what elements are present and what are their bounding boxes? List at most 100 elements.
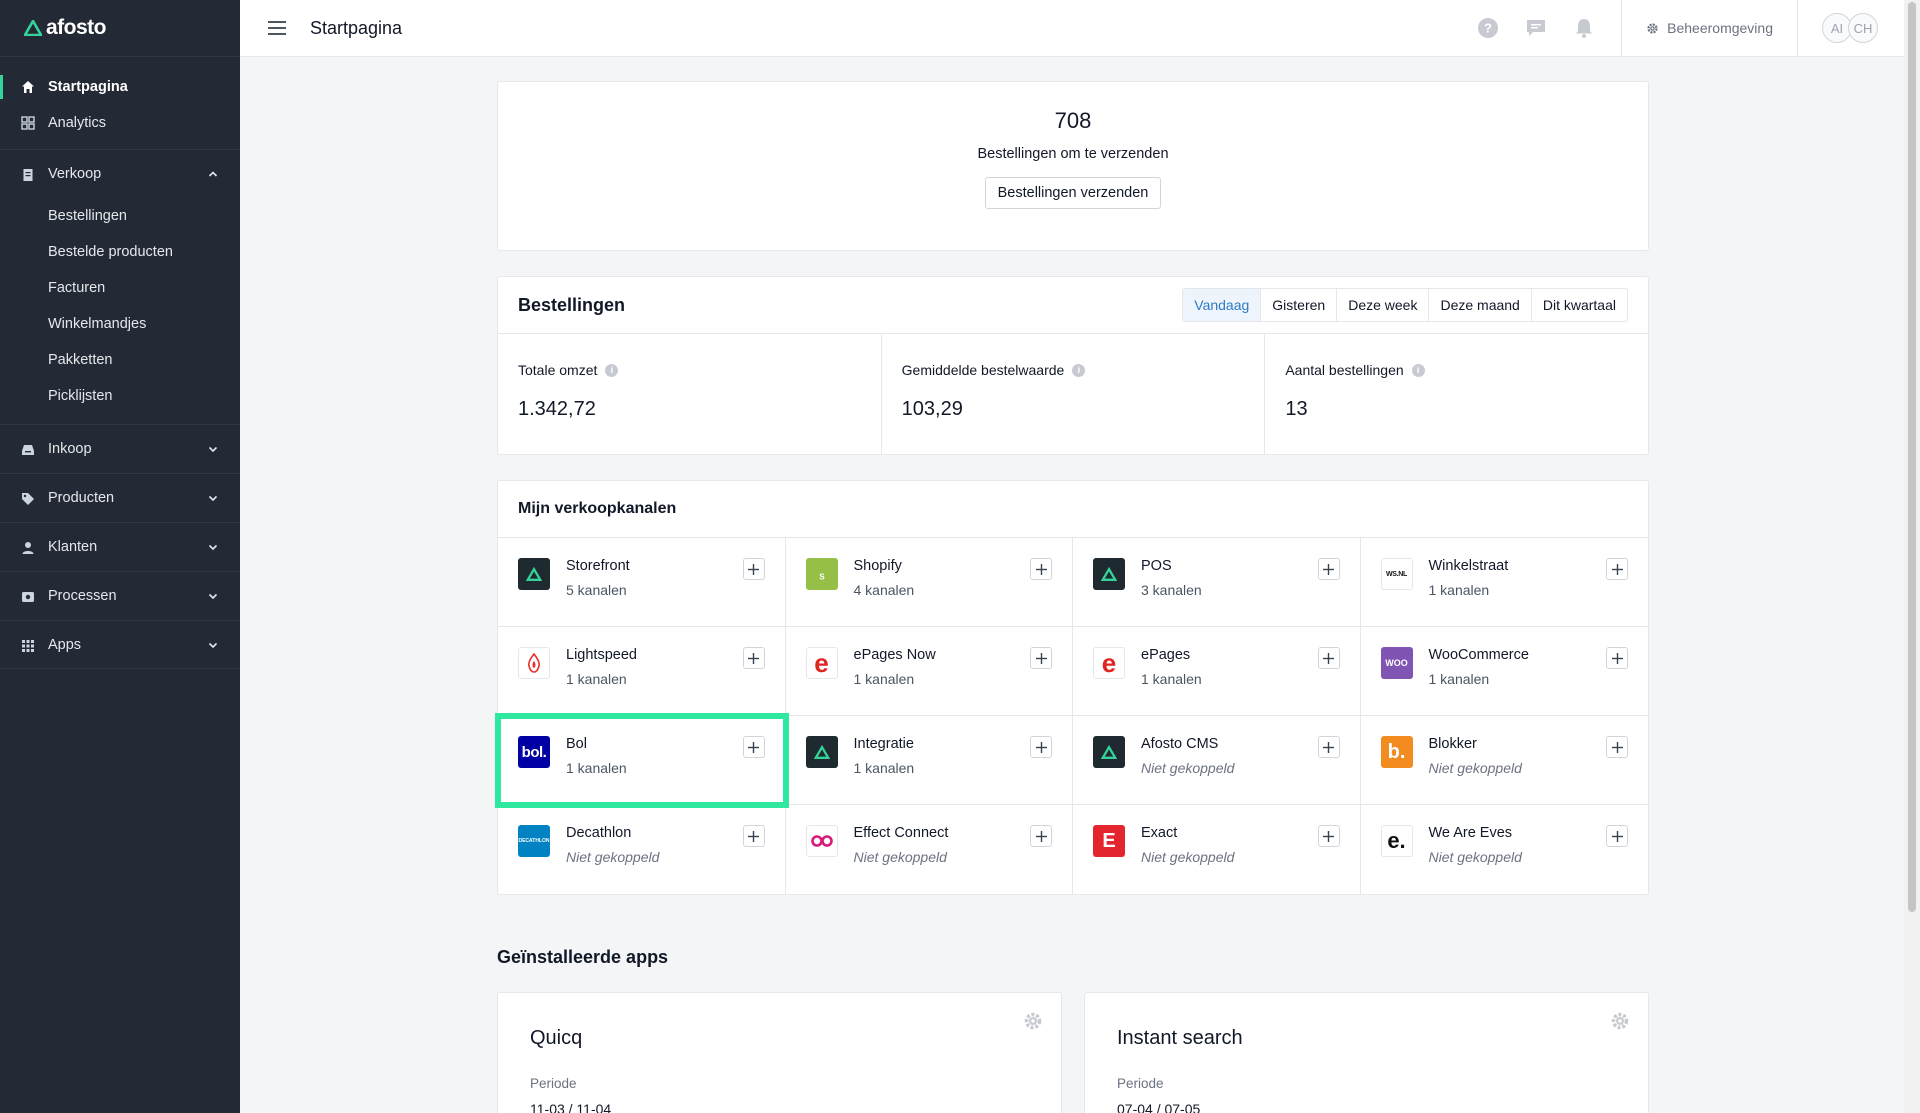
stat-value: 13 xyxy=(1285,398,1308,420)
bol-icon: bol. xyxy=(518,736,550,768)
channel-status: 4 kanalen xyxy=(853,582,915,598)
chat-icon[interactable] xyxy=(1525,17,1547,39)
svg-text:S: S xyxy=(819,573,825,582)
avatar-group[interactable]: AI CH xyxy=(1798,13,1904,43)
sidebar-group-producten[interactable]: Producten xyxy=(0,473,240,522)
tab-deze-maand[interactable]: Deze maand xyxy=(1428,289,1530,321)
channel-pos[interactable]: POS 3 kanalen xyxy=(1073,538,1361,627)
app-name: Quicq xyxy=(530,1027,583,1049)
plus-icon xyxy=(748,741,759,753)
scrollbar[interactable] xyxy=(1904,0,1920,1113)
lightspeed-icon xyxy=(518,647,550,679)
sidebar-group-verkoop[interactable]: Verkoop xyxy=(0,149,240,198)
add-channel-button[interactable] xyxy=(1317,558,1340,580)
add-channel-button[interactable] xyxy=(1606,558,1628,580)
sidebar-group-apps[interactable]: Apps xyxy=(0,620,240,669)
sidebar-item-bestellingen[interactable]: Bestellingen xyxy=(0,198,240,234)
sidebar-item-picklijsten[interactable]: Picklijsten xyxy=(0,378,240,414)
afosto-icon xyxy=(1093,736,1125,768)
channel-decathlon[interactable]: DECATHLON Decathlon Niet gekoppeld xyxy=(498,805,786,894)
scrollbar-thumb[interactable] xyxy=(1908,2,1916,912)
environment-label: Beheeromgeving xyxy=(1667,20,1773,36)
channel-epages-now[interactable]: e ePages Now 1 kanalen xyxy=(785,627,1073,716)
plus-icon xyxy=(1035,652,1047,664)
app-name: Instant search xyxy=(1117,1027,1243,1049)
gear-icon xyxy=(1647,22,1658,34)
app-card-instant-search[interactable]: Instant search Periode 07-04 / 07-05 xyxy=(1084,992,1649,1113)
add-channel-button[interactable] xyxy=(1030,825,1052,847)
info-icon[interactable]: i xyxy=(1411,363,1425,377)
sidebar-item-startpagina[interactable]: Startpagina xyxy=(0,69,240,105)
channel-afosto-cms[interactable]: Afosto CMS Niet gekoppeld xyxy=(1073,716,1361,805)
brand-name: afosto xyxy=(46,16,107,39)
plus-icon xyxy=(748,652,759,664)
add-channel-button[interactable] xyxy=(1317,736,1340,758)
bell-icon[interactable] xyxy=(1573,17,1595,39)
orders-to-ship-count: 708 xyxy=(1054,108,1092,133)
gear-icon[interactable] xyxy=(1023,1011,1043,1031)
channel-woocommerce[interactable]: WOO WooCommerce 1 kanalen xyxy=(1360,627,1648,716)
orders-title: Bestellingen xyxy=(518,294,626,315)
channel-bol[interactable]: bol. Bol 1 kanalen xyxy=(495,713,789,808)
gear-icon[interactable] xyxy=(1610,1011,1630,1031)
ship-orders-button[interactable]: Bestellingen verzenden xyxy=(984,177,1162,209)
channel-name: Blokker xyxy=(1428,736,1477,752)
channel-storefront[interactable]: Storefront 5 kanalen xyxy=(498,538,786,627)
tab-dit-kwartaal[interactable]: Dit kwartaal xyxy=(1530,289,1627,321)
chevron-down-icon xyxy=(208,544,218,551)
tab-vandaag[interactable]: Vandaag xyxy=(1183,289,1261,321)
stat-value: 103,29 xyxy=(901,398,963,420)
sidebar-group-label: Inkoop xyxy=(48,441,92,457)
channel-status: 1 kanalen xyxy=(566,760,627,776)
channel-name: POS xyxy=(1141,558,1172,574)
add-channel-button[interactable] xyxy=(742,558,765,580)
add-channel-button[interactable] xyxy=(742,647,765,669)
channel-lightspeed[interactable]: Lightspeed 1 kanalen xyxy=(498,627,786,716)
add-channel-button[interactable] xyxy=(1317,825,1340,847)
channel-exact[interactable]: E Exact Niet gekoppeld xyxy=(1073,805,1361,894)
channel-we-are-eves[interactable]: e. We Are Eves Niet gekoppeld xyxy=(1361,805,1649,894)
sales-channels-header: Mijn verkoopkanalen xyxy=(498,481,1648,538)
logo[interactable]: afosto xyxy=(0,0,240,57)
afosto-icon xyxy=(1093,558,1125,590)
sidebar-group-processen[interactable]: Processen xyxy=(0,571,240,620)
channel-winkelstraat[interactable]: WS.NL Winkelstraat 1 kanalen xyxy=(1360,538,1648,627)
help-icon[interactable]: ? xyxy=(1477,17,1499,39)
app-card-quicq[interactable]: Quicq Periode 11-03 / 11-04 xyxy=(497,992,1062,1113)
channel-integratie[interactable]: Integratie 1 kanalen xyxy=(785,716,1073,805)
sidebar-group-inkoop[interactable]: Inkoop xyxy=(0,424,240,473)
add-channel-button[interactable] xyxy=(1606,647,1628,669)
sidebar-group-label: Producten xyxy=(48,490,115,506)
add-channel-button[interactable] xyxy=(1030,647,1052,669)
add-channel-button[interactable] xyxy=(1606,736,1628,758)
environment-switch[interactable]: Beheeromgeving xyxy=(1621,0,1798,56)
channel-name: Integratie xyxy=(853,736,914,752)
channel-shopify[interactable]: S Shopify 4 kanalen xyxy=(785,538,1073,627)
sidebar-item-pakketten[interactable]: Pakketten xyxy=(0,342,240,378)
tab-deze-week[interactable]: Deze week xyxy=(1336,289,1428,321)
afosto-icon xyxy=(805,736,838,768)
add-channel-button[interactable] xyxy=(742,825,765,847)
info-icon[interactable]: i xyxy=(605,363,619,377)
period-tabs: Vandaag Gisteren Deze week Deze maand Di… xyxy=(1182,288,1628,322)
channel-epages[interactable]: e ePages 1 kanalen xyxy=(1073,627,1361,716)
sales-channels-grid: Storefront 5 kanalen S Shopify 4 kanalen POS 3… xyxy=(495,538,1649,894)
tab-gisteren[interactable]: Gisteren xyxy=(1260,289,1336,321)
info-icon[interactable]: i xyxy=(1072,363,1086,377)
channel-effect-connect[interactable]: Effect Connect Niet gekoppeld xyxy=(786,805,1073,894)
sidebar-item-facturen[interactable]: Facturen xyxy=(0,270,240,306)
add-channel-button[interactable] xyxy=(1606,825,1628,847)
sidebar-item-winkelmandjes[interactable]: Winkelmandjes xyxy=(0,306,240,342)
stat-total-revenue: Totale omzet i 1.342,72 xyxy=(498,334,881,455)
add-channel-button[interactable] xyxy=(1030,558,1052,580)
add-channel-button[interactable] xyxy=(1317,647,1340,669)
sidebar-item-bestelde-producten[interactable]: Bestelde producten xyxy=(0,234,240,270)
sidebar-group-klanten[interactable]: Klanten xyxy=(0,522,240,571)
add-channel-button[interactable] xyxy=(742,736,765,758)
avatar[interactable]: CH xyxy=(1848,13,1878,43)
add-channel-button[interactable] xyxy=(1030,736,1052,758)
sidebar-item-analytics[interactable]: Analytics xyxy=(0,105,240,141)
channel-blokker[interactable]: b. Blokker Niet gekoppeld xyxy=(1360,716,1648,805)
menu-icon[interactable] xyxy=(268,21,286,35)
woocommerce-icon: WOO xyxy=(1380,647,1413,679)
